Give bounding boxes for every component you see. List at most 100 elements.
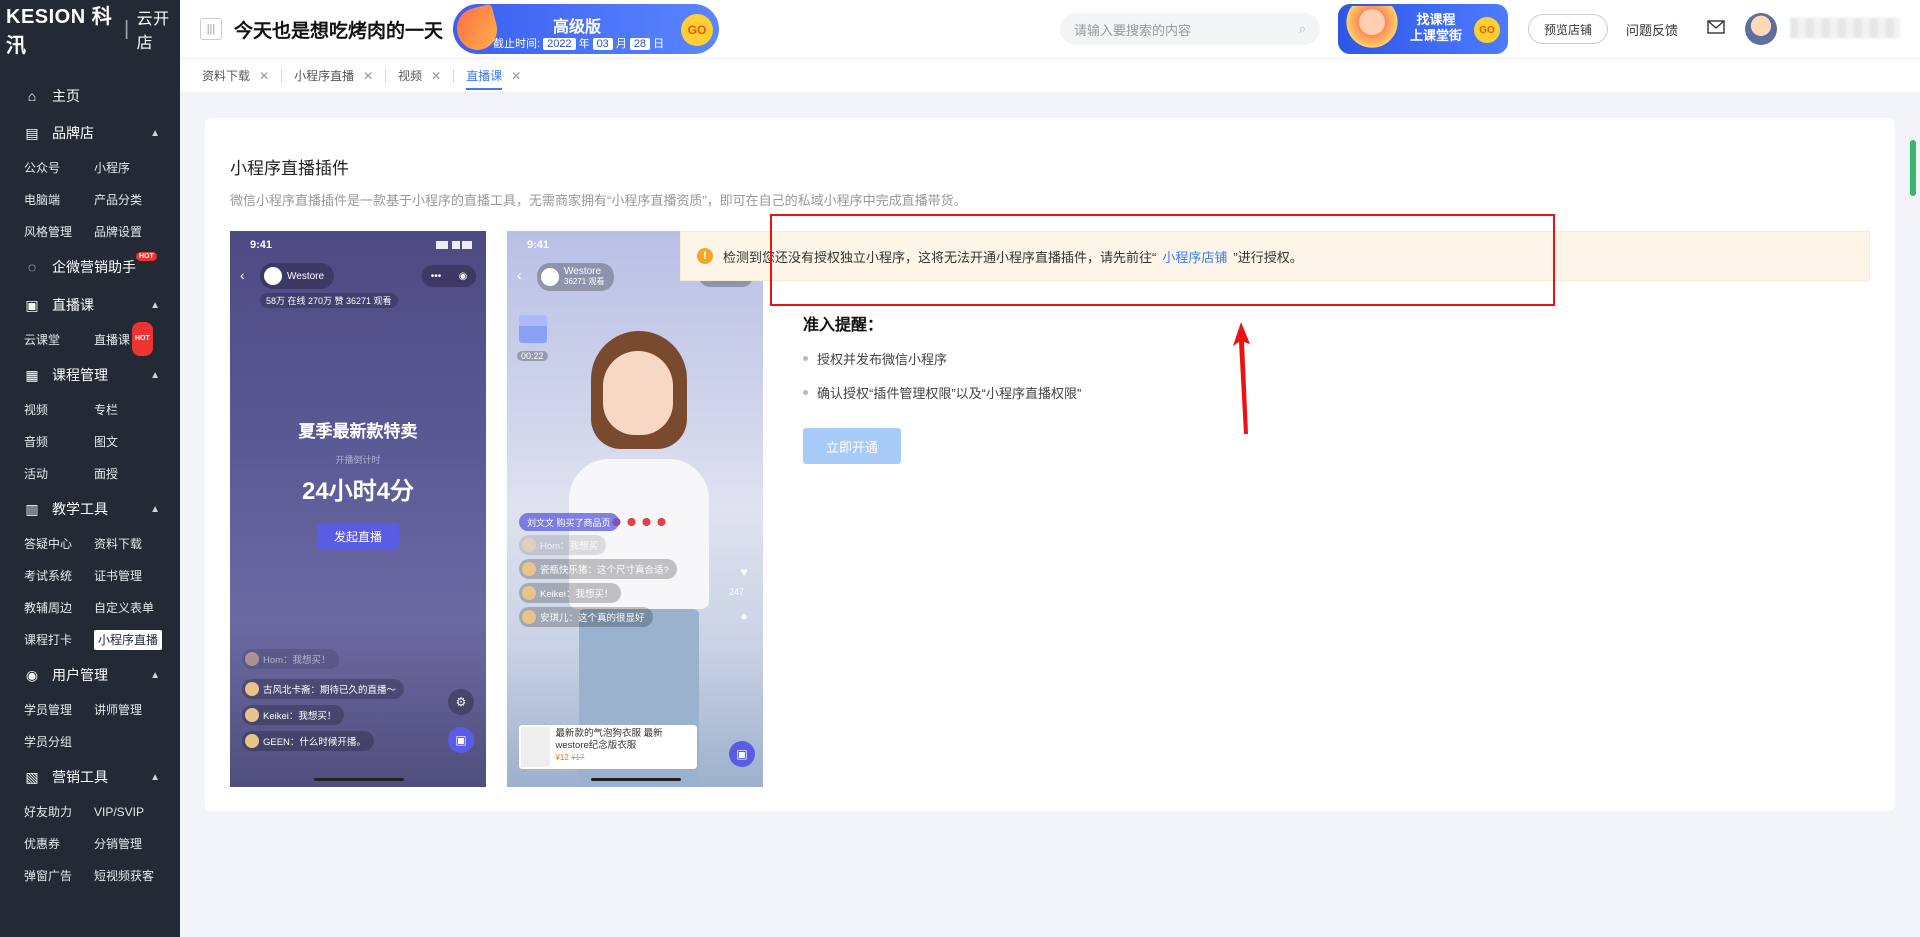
store-pill: Westore 36271 观看 (537, 263, 615, 291)
chevron-up-icon: ▲ (150, 771, 160, 783)
month-unit: 月 (615, 38, 627, 50)
annotation-arrow-icon (1233, 322, 1250, 434)
sidebar-item-checkin[interactable]: 课程打卡 (24, 624, 94, 656)
promo-deadline: 截止时间: 2022 年 03 月 28 日 (493, 35, 664, 51)
mini-program-store-link[interactable]: 小程序店铺 (1162, 247, 1227, 266)
comment-avatar (522, 586, 536, 600)
comment-text: GEEN：什么时候开播。 (263, 737, 366, 748)
sidebar-item-student-groups[interactable]: 学员分组 (24, 726, 94, 758)
sidebar-item-style[interactable]: 风格管理 (24, 216, 94, 248)
search-input[interactable]: 请输入要搜索的内容 ⌕ (1060, 13, 1320, 45)
search-icon[interactable]: ⌕ (1299, 21, 1306, 37)
requirement-text: 授权并发布微信小程序 (817, 352, 948, 367)
sidebar-item-students[interactable]: 学员管理 (24, 694, 94, 726)
sidebar-item-video[interactable]: 视频 (24, 394, 94, 426)
sidebar-item-peripherals[interactable]: 教辅周边 (24, 592, 94, 624)
tab-mini-live[interactable]: 小程序直播 ✕ (294, 68, 387, 83)
chevron-up-icon: ▲ (150, 299, 160, 311)
back-icon: ‹ (517, 267, 522, 283)
sidebar-item-article[interactable]: 图文 (94, 426, 164, 458)
preview-store-button[interactable]: 预览店铺 (1528, 14, 1608, 44)
premium-version-banner[interactable]: 高级版 截止时间: 2022 年 03 月 28 日 GO (452, 3, 720, 55)
sidebar-item-live-course[interactable]: 直播课 HOT (94, 322, 164, 356)
close-icon[interactable]: ✕ (259, 69, 269, 83)
nav-head-course[interactable]: ▦ 课程管理 ▲ (0, 356, 180, 394)
mail-icon[interactable] (1707, 20, 1725, 34)
sidebar-item-audio[interactable]: 音频 (24, 426, 94, 458)
product-card: 最新款的气泡狗衣服 最新westore纪念版衣服 ¥12 ¥17 (519, 725, 697, 769)
nav-head-live[interactable]: ▣ 直播课 ▲ (0, 286, 180, 324)
nav-head-wecom[interactable]: ◌ 企微营销助手 HOT (0, 248, 180, 286)
nav-group-marketing: ▧ 营销工具 ▲ 好友助力 VIP/SVIP 优惠券 分销管理 弹窗广告 短视频… (0, 758, 180, 892)
nav-head-teaching[interactable]: ▥ 教学工具 ▲ (0, 490, 180, 528)
store-logo (264, 267, 282, 285)
sidebar-item-cloud-class[interactable]: 云课堂 (24, 324, 94, 356)
menu-toggle-icon[interactable]: ||| (200, 18, 222, 40)
nav-head-users[interactable]: ◉ 用户管理 ▲ (0, 656, 180, 694)
sidebar-item-distribution[interactable]: 分销管理 (94, 828, 164, 860)
tab-label: 视频 (398, 69, 423, 83)
product-title: 最新款的气泡狗衣服 最新westore纪念版衣服 (555, 728, 663, 751)
logo-separator: | (123, 17, 130, 40)
deadline-label: 截止时间: (493, 38, 541, 50)
feedback-link[interactable]: 问题反馈 (1626, 20, 1678, 39)
close-icon[interactable]: ✕ (511, 69, 521, 83)
sidebar-item-custom-form[interactable]: 自定义表单 (94, 592, 164, 624)
close-icon[interactable]: ✕ (431, 69, 441, 83)
sidebar-item-qa[interactable]: 答疑中心 (24, 528, 94, 560)
tab-live-course[interactable]: 直播课 ✕ (466, 69, 533, 90)
comment-text: Hom：我想买 (540, 541, 599, 552)
sidebar-item-home[interactable]: ⌂ 主页 (0, 78, 180, 114)
hot-badge: HOT (136, 252, 157, 261)
sidebar-item-teachers[interactable]: 讲师管理 (94, 694, 164, 726)
scrollbar[interactable] (1910, 140, 1916, 196)
comment-avatar (522, 610, 536, 624)
sidebar-item-coupons[interactable]: 优惠券 (24, 828, 94, 860)
sidebar-item-mini-live[interactable]: 小程序直播 (94, 624, 164, 656)
sidebar-item-certificate[interactable]: 证书管理 (94, 560, 164, 592)
sidebar-item-vip[interactable]: VIP/SVIP (94, 796, 164, 828)
open-now-button[interactable]: 立即开通 (803, 428, 901, 464)
sidebar-item-activity[interactable]: 活动 (24, 458, 94, 490)
sidebar-item-short-video[interactable]: 短视频获客 (94, 860, 164, 892)
promo-go-button[interactable]: GO (681, 14, 714, 46)
nav-head-marketing[interactable]: ▧ 营销工具 ▲ (0, 758, 180, 796)
sidebar-item-official-account[interactable]: 公众号 (24, 152, 94, 184)
requirements-title: 准入提醒： (803, 317, 884, 334)
mascot-illustration (1342, 6, 1402, 52)
purchase-notice: 刘文文 购买了商品页 (519, 513, 619, 531)
sidebar-item-product-category[interactable]: 产品分类 (94, 184, 164, 216)
course-street-banner[interactable]: 找课程 上课堂街 GO (1338, 4, 1508, 54)
store-logo (541, 268, 559, 286)
user-name-blurred[interactable] (1790, 18, 1900, 38)
nav-group-teaching: ▥ 教学工具 ▲ 答疑中心 资料下载 考试系统 证书管理 教辅周边 自定义表单 … (0, 490, 180, 656)
comment: Hom：我想买！ (242, 649, 339, 669)
sidebar-item-brand-settings[interactable]: 品牌设置 (94, 216, 164, 248)
avatar[interactable] (1745, 13, 1777, 45)
store-title: 今天也是想吃烤肉的一天 (234, 20, 444, 42)
sidebar-item-label: 小程序直播 (94, 630, 163, 650)
sidebar-item-pc[interactable]: 电脑端 (24, 184, 94, 216)
sidebar-item-friend-assist[interactable]: 好友助力 (24, 796, 94, 828)
close-icon[interactable]: ✕ (363, 69, 373, 83)
nav-head-brand-store[interactable]: ▤ 品牌店 ▲ (0, 114, 180, 152)
store-pill: Westore (260, 263, 335, 289)
sidebar-item-label: 直播课 (94, 333, 131, 347)
sidebar-item-offline[interactable]: 面授 (94, 458, 164, 490)
comment: GEEN：什么时候开播。 (242, 731, 374, 751)
sidebar-item-mini-program[interactable]: 小程序 (94, 152, 164, 184)
sidebar-item-exam[interactable]: 考试系统 (24, 560, 94, 592)
authorization-alert: ! 检测到您还没有授权独立小程序，这将无法开通小程序直播插件，请先前往“ 小程序… (680, 231, 1870, 281)
comment-avatar (245, 652, 259, 666)
sidebar-item-downloads[interactable]: 资料下载 (94, 528, 164, 560)
banner-go-button[interactable]: GO (1474, 17, 1500, 43)
tab-video[interactable]: 视频 ✕ (398, 68, 455, 83)
promo-title: 高级版 (553, 19, 602, 36)
logo[interactable]: KESION 科汛 | 云开店 (0, 0, 180, 58)
sidebar-item-popup-ads[interactable]: 弹窗广告 (24, 860, 94, 892)
tab-downloads[interactable]: 资料下载 ✕ (202, 68, 283, 83)
comment-avatar (245, 708, 259, 722)
deadline-month: 03 (592, 38, 613, 50)
back-icon: ‹ (240, 267, 245, 283)
sidebar-item-column[interactable]: 专栏 (94, 394, 164, 426)
